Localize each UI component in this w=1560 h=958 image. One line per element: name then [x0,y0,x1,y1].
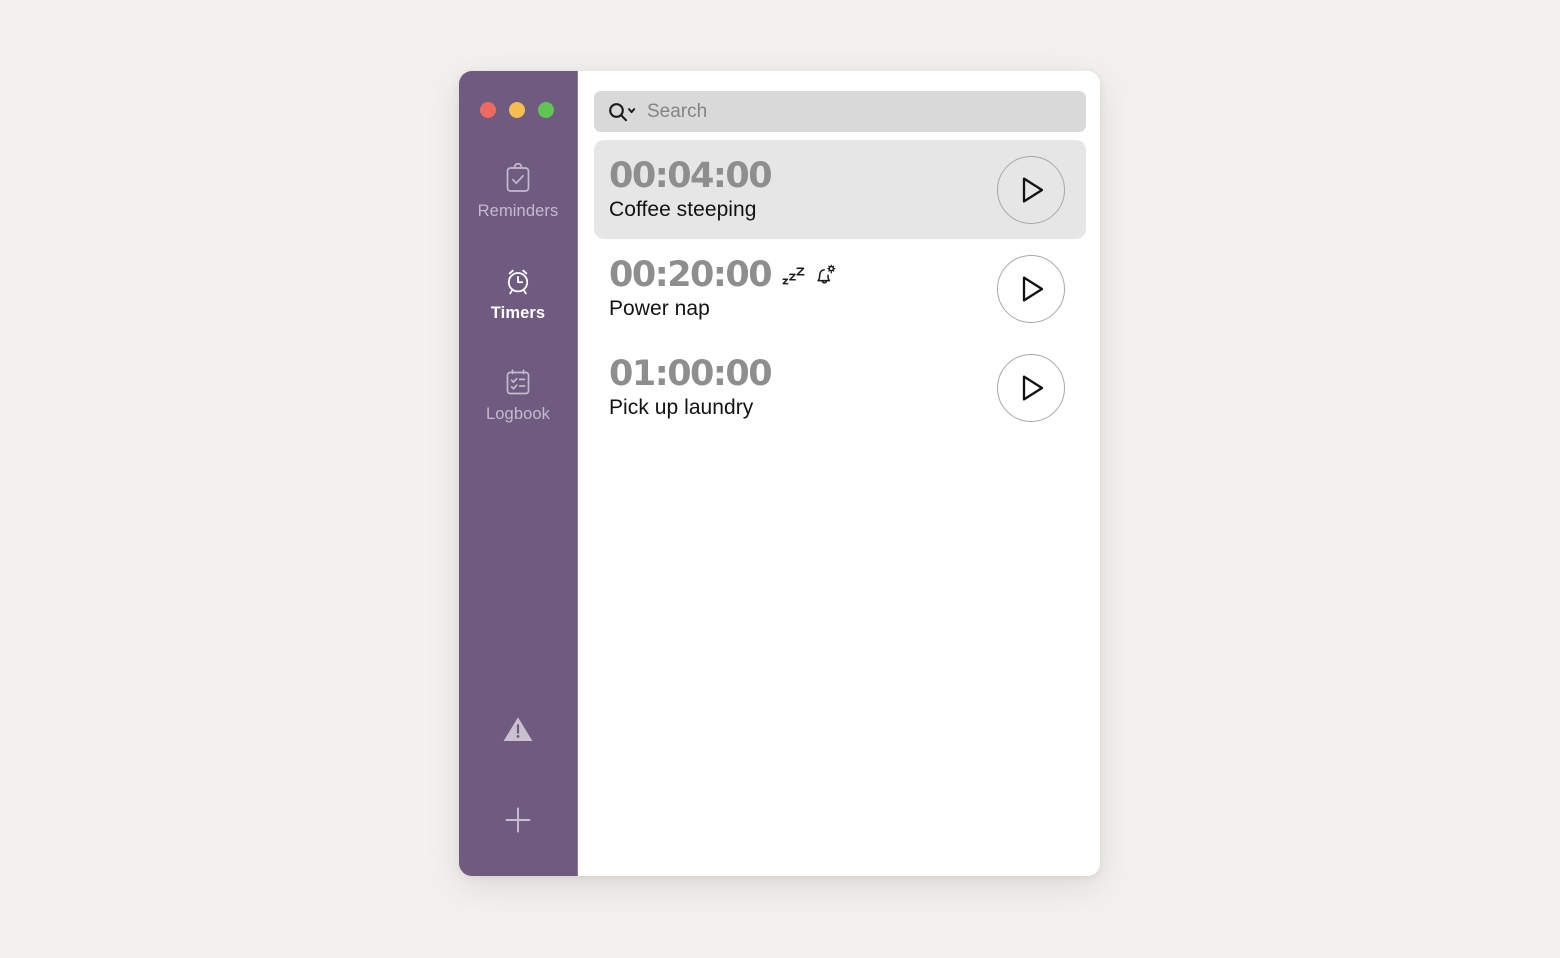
timer-time-line: 00:04:00 [609,155,773,196]
timer-name: Power nap [609,296,710,320]
timer-info: 01:00:00 Pick up laundry [609,353,773,419]
timer-row[interactable]: 01:00:00 Pick up laundry [594,338,1086,437]
maximize-button[interactable] [538,102,554,118]
play-icon [1015,274,1047,304]
traffic-lights [480,102,554,118]
timer-row[interactable]: 00:04:00 Coffee steeping [594,140,1086,239]
timer-list: 00:04:00 Coffee steeping 00:20:00 Power … [594,140,1086,437]
clipboard-check-icon [501,162,535,196]
app-window: Reminders Timers Logbook Search 00:04:00… [459,71,1100,876]
plus-icon [500,802,536,838]
content-area: Search 00:04:00 Coffee steeping 00:20:00… [578,71,1100,876]
search-placeholder: Search [647,101,708,122]
timer-time-line: 01:00:00 [609,353,773,394]
timer-badges [781,263,837,289]
warning-button[interactable] [501,714,535,744]
bell-gear-icon [813,263,837,287]
search-icon[interactable] [607,101,637,123]
checklist-icon [501,365,535,399]
play-button[interactable] [997,155,1065,224]
timer-info: 00:04:00 Coffee steeping [609,155,773,221]
sidebar-item-label: Timers [490,303,546,322]
add-button[interactable] [500,802,536,838]
sidebar: Reminders Timers Logbook [459,71,578,876]
search-field[interactable]: Search [594,91,1086,132]
play-icon [1015,373,1047,403]
timer-info: 00:20:00 Power nap [609,254,837,320]
sidebar-bottom-actions [459,714,577,876]
timer-name: Pick up laundry [609,395,754,419]
warning-triangle-icon [501,714,535,744]
minimize-button[interactable] [509,102,525,118]
timer-time: 01:00:00 [609,353,773,394]
timer-time: 00:04:00 [609,155,773,196]
play-icon [1015,175,1047,205]
sidebar-nav: Reminders Timers Logbook [459,162,577,467]
play-button[interactable] [997,254,1065,323]
timer-time-line: 00:20:00 [609,254,837,295]
play-button[interactable] [997,353,1065,422]
sidebar-item-label: Reminders [477,202,559,220]
alarm-clock-icon [501,264,535,298]
sleep-zzz-icon [781,265,807,285]
sidebar-item-logbook[interactable]: Logbook [459,365,577,423]
sidebar-item-reminders[interactable]: Reminders [459,162,577,220]
timer-row[interactable]: 00:20:00 Power nap [594,239,1086,338]
timer-name: Coffee steeping [609,197,757,221]
sidebar-item-timers[interactable]: Timers [459,264,577,322]
timer-time: 00:20:00 [609,254,773,295]
sidebar-item-label: Logbook [485,405,550,423]
close-button[interactable] [480,102,496,118]
